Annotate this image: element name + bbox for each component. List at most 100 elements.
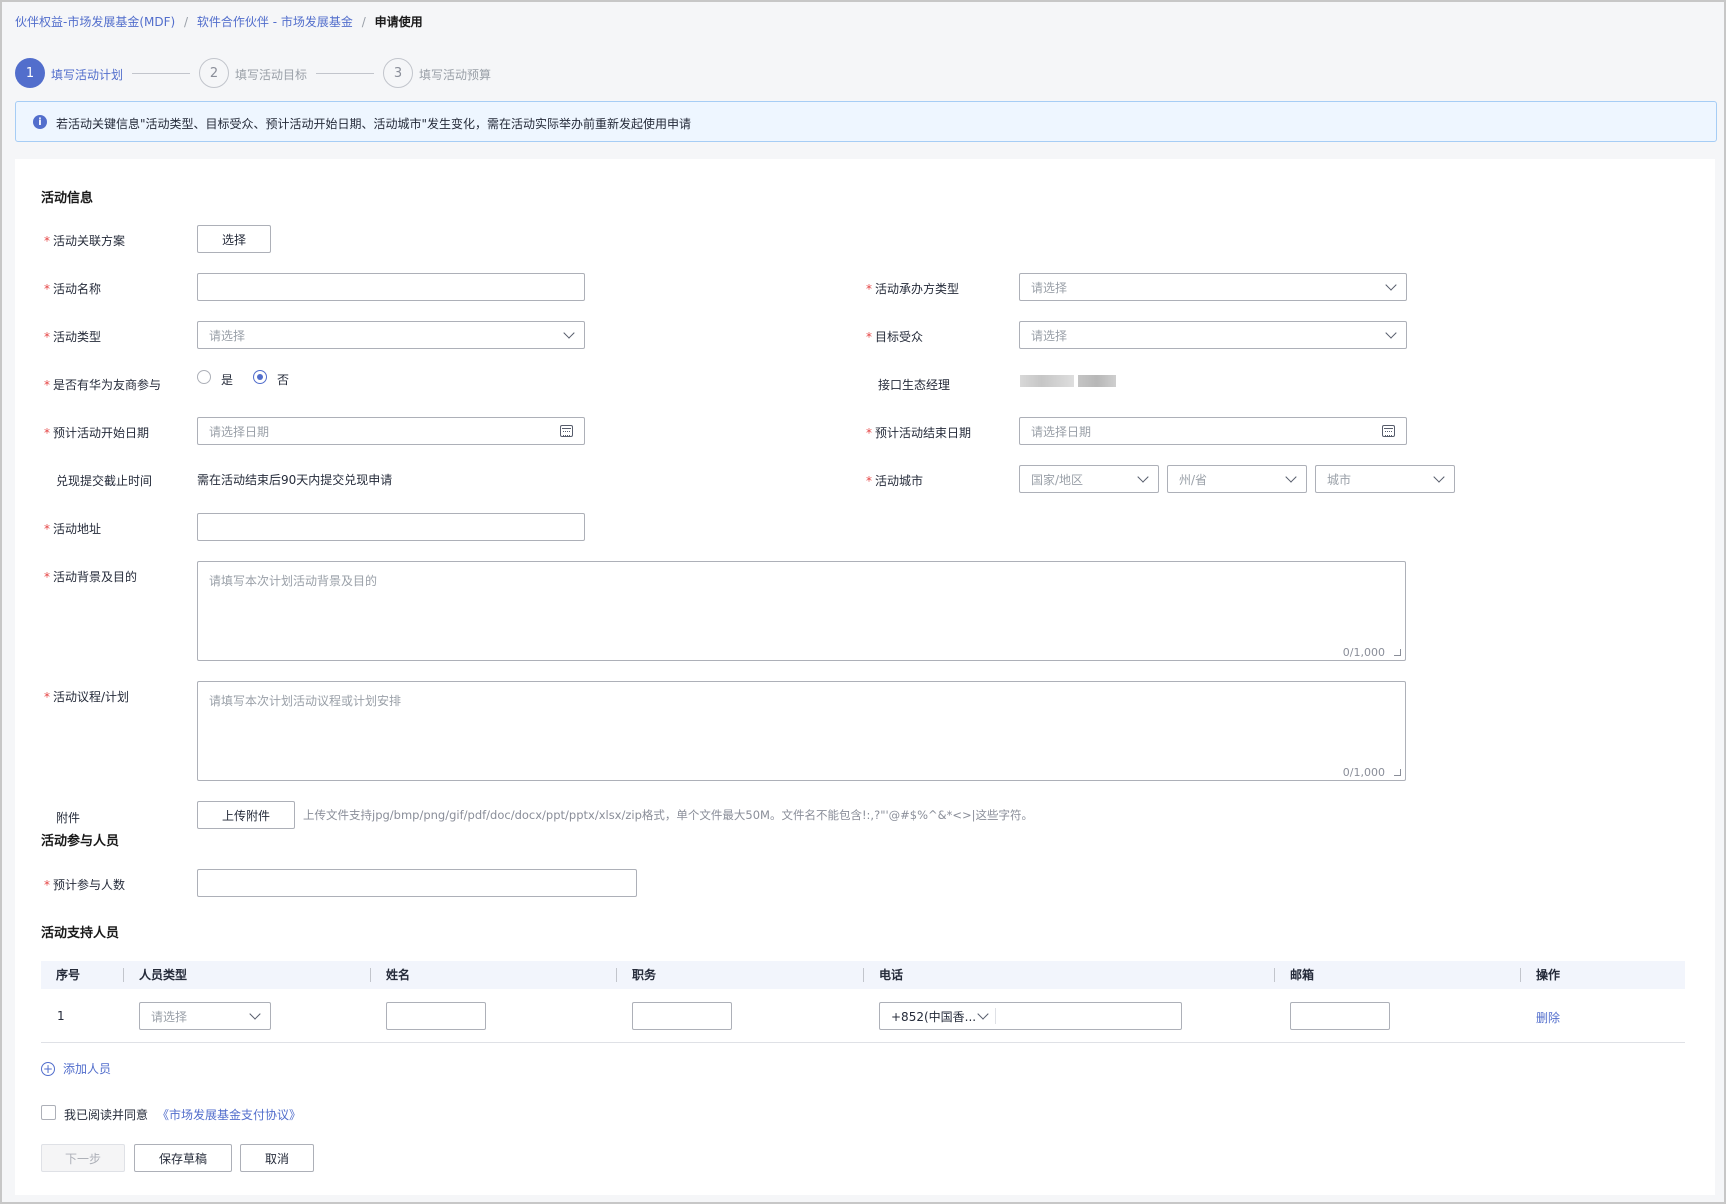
column-header-position: 职务: [615, 961, 656, 989]
column-header-email: 邮箱: [1273, 961, 1314, 989]
address-input[interactable]: [197, 513, 585, 541]
staff-position-input[interactable]: [632, 1002, 732, 1030]
section-title-support-staff: 活动支持人员: [41, 926, 120, 941]
agenda-placeholder: 请填写本次计划活动议程或计划安排: [209, 694, 402, 708]
participant-count-input[interactable]: [197, 869, 637, 897]
breadcrumb-separator: /: [361, 15, 366, 29]
agreement-text: 我已阅读并同意: [64, 1108, 149, 1122]
country-placeholder: 国家/地区: [1031, 472, 1084, 487]
add-person-button[interactable]: + 添加人员: [41, 1060, 111, 1077]
organizer-type-label: 活动承办方类型: [866, 280, 959, 297]
background-label: 活动背景及目的: [44, 568, 137, 585]
step-2-circle: 2: [199, 58, 229, 88]
chevron-down-icon: [1137, 471, 1149, 483]
resize-handle-icon[interactable]: [1394, 769, 1401, 776]
resize-handle-icon[interactable]: [1394, 649, 1401, 656]
agreement-link[interactable]: 《市场发展基金支付协议》: [157, 1106, 301, 1123]
radio-no[interactable]: [253, 370, 267, 384]
deadline-label: 兑现提交截止时间: [56, 474, 153, 488]
country-select[interactable]: 国家/地区: [1019, 465, 1159, 493]
breadcrumb-separator: /: [184, 15, 189, 29]
column-header-person-type: 人员类型: [122, 961, 187, 989]
participant-count-label: 预计参与人数: [44, 876, 125, 893]
calendar-icon[interactable]: [1382, 425, 1395, 437]
start-date-picker[interactable]: 请选择日期: [197, 417, 585, 445]
next-step-button-label: 下一步: [64, 1151, 101, 1166]
column-header-action: 操作: [1519, 961, 1560, 989]
staff-phone-field[interactable]: +852(中国香...: [879, 1002, 1182, 1030]
save-draft-button-label: 保存草稿: [158, 1151, 207, 1166]
upload-attachment-button-label: 上传附件: [221, 808, 270, 823]
chevron-down-icon: [249, 1008, 261, 1020]
cancel-button-label: 取消: [264, 1151, 289, 1166]
activity-name-input[interactable]: [197, 273, 585, 301]
background-char-count: 0/1,000: [1342, 646, 1385, 659]
city-placeholder: 城市: [1327, 472, 1352, 487]
staff-name-input[interactable]: [386, 1002, 486, 1030]
column-header-name: 姓名: [369, 961, 410, 989]
upload-hint: 上传文件支持jpg/bmp/png/gif/pdf/doc/docx/ppt/p…: [303, 808, 1034, 822]
info-icon: i: [33, 115, 47, 129]
person-type-select[interactable]: 请选择: [139, 1002, 271, 1030]
target-audience-placeholder: 请选择: [1031, 328, 1068, 343]
select-plan-button-label: 选择: [221, 232, 246, 247]
save-draft-button[interactable]: 保存草稿: [134, 1144, 232, 1172]
city-select[interactable]: 城市: [1315, 465, 1455, 493]
table-row: 1 请选择 +852(中国香... 删除: [41, 989, 1685, 1043]
radio-yes[interactable]: [197, 370, 211, 384]
delete-row-link[interactable]: 删除: [1536, 1009, 1560, 1026]
eco-manager-redacted-value: [1020, 375, 1116, 387]
eco-manager-label: 接口生态经理: [878, 378, 951, 392]
breadcrumb-current: 申请使用: [374, 15, 423, 29]
organizer-type-select[interactable]: 请选择: [1019, 273, 1407, 301]
staff-email-input[interactable]: [1290, 1002, 1390, 1030]
agenda-textarea[interactable]: 请填写本次计划活动议程或计划安排 0/1,000: [197, 681, 1406, 781]
step-connector: [316, 73, 374, 74]
activity-type-select[interactable]: 请选择: [197, 321, 585, 349]
breadcrumb-item-software-partner[interactable]: 软件合作伙伴 - 市场发展基金: [197, 15, 353, 29]
support-staff-table-header: 序号 人员类型 姓名 职务 电话 邮箱 操作: [41, 961, 1685, 989]
section-title-participants: 活动参与人员: [41, 834, 120, 849]
chevron-down-icon: [1433, 471, 1445, 483]
state-select[interactable]: 州/省: [1167, 465, 1307, 493]
breadcrumb-item-mdf[interactable]: 伙伴权益-市场发展基金(MDF): [15, 15, 175, 29]
target-audience-select[interactable]: 请选择: [1019, 321, 1407, 349]
add-person-label: 添加人员: [63, 1062, 112, 1076]
phone-code-select[interactable]: +852(中国香...: [880, 1003, 995, 1029]
step-1-circle: 1: [15, 58, 45, 88]
step-2-number: 2: [209, 65, 219, 81]
agreement-checkbox[interactable]: [41, 1105, 56, 1120]
phone-code-value: +852(中国香...: [891, 1009, 977, 1024]
activity-city-label: 活动城市: [866, 472, 923, 489]
target-audience-label: 目标受众: [866, 328, 923, 345]
linked-plan-label: 活动关联方案: [44, 232, 125, 249]
select-plan-button[interactable]: 选择: [197, 225, 271, 253]
next-step-button[interactable]: 下一步: [41, 1144, 125, 1172]
section-title-activity-info: 活动信息: [41, 191, 94, 206]
radio-no-label: 否: [277, 373, 290, 387]
person-type-placeholder: 请选择: [151, 1009, 188, 1024]
step-3-circle: 3: [383, 58, 413, 88]
chevron-down-icon: [1285, 471, 1297, 483]
end-date-picker[interactable]: 请选择日期: [1019, 417, 1407, 445]
phone-divider: [995, 1008, 996, 1024]
background-placeholder: 请填写本次计划活动背景及目的: [209, 574, 378, 588]
chevron-down-icon: [1385, 327, 1397, 339]
huawei-partner-label: 是否有华为友商参与: [44, 376, 161, 393]
attachment-label: 附件: [56, 811, 81, 825]
column-header-index: 序号: [56, 968, 81, 982]
deadline-value: 需在活动结束后90天内提交兑现申请: [197, 473, 393, 487]
chevron-down-icon: [1385, 279, 1397, 291]
notice-banner: i 若活动关键信息"活动类型、目标受众、预计活动开始日期、活动城市"发生变化，需…: [15, 101, 1717, 142]
chevron-down-icon: [977, 1008, 989, 1020]
chevron-down-icon: [563, 327, 575, 339]
cancel-button[interactable]: 取消: [240, 1144, 314, 1172]
calendar-icon[interactable]: [560, 425, 573, 437]
background-textarea[interactable]: 请填写本次计划活动背景及目的 0/1,000: [197, 561, 1406, 661]
upload-attachment-button[interactable]: 上传附件: [197, 801, 295, 829]
address-label: 活动地址: [44, 520, 101, 537]
step-1-label: 填写活动计划: [51, 68, 124, 82]
step-connector: [132, 73, 190, 74]
agenda-char-count: 0/1,000: [1342, 766, 1385, 779]
start-date-placeholder: 请选择日期: [209, 424, 270, 439]
